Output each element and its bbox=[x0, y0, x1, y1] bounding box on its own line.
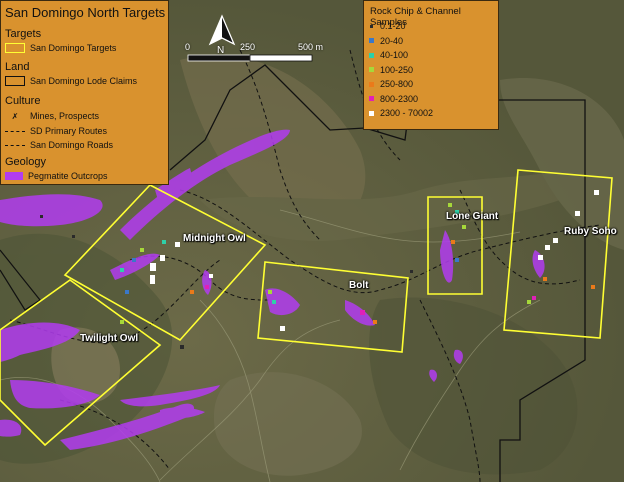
legend-geology-heading: Geology bbox=[5, 156, 46, 168]
target-label-lone-giant[interactable]: Lone Giant bbox=[446, 211, 498, 222]
sample-class-label: 800-2300 bbox=[380, 93, 419, 104]
primary-route-icon bbox=[5, 130, 25, 132]
target-label-midnight-owl[interactable]: Midnight Owl bbox=[183, 233, 246, 244]
legend-land-item: San Domingo Lode Claims bbox=[5, 76, 137, 86]
target-label-bolt[interactable]: Bolt bbox=[349, 280, 368, 291]
sample-class-row: 20-40 bbox=[369, 36, 403, 46]
target-label-ruby-soho[interactable]: Ruby Soho bbox=[564, 226, 617, 237]
sample-class-swatch-icon bbox=[370, 24, 373, 28]
pegmatite-swatch-icon bbox=[5, 172, 23, 180]
legend-targets-item: San Domingo Targets bbox=[5, 43, 116, 53]
scale-tick-500m: 500 m bbox=[298, 42, 324, 52]
sample-class-row: 100-250 bbox=[369, 65, 413, 75]
legend-land-heading: Land bbox=[5, 61, 30, 73]
road-icon bbox=[5, 144, 25, 146]
legend-title: San Domingo North Targets bbox=[5, 5, 166, 20]
legend-culture-primary-routes: SD Primary Routes bbox=[5, 126, 107, 136]
samples-legend: Rock Chip & Channel Samples 0.1-20 20-40 4… bbox=[363, 0, 499, 130]
sample-class-swatch-icon bbox=[369, 110, 374, 116]
sample-class-label: 40-100 bbox=[380, 50, 409, 60]
north-label: N bbox=[217, 45, 225, 56]
map-legend: San Domingo North Targets Targets San Do… bbox=[0, 0, 169, 185]
legend-targets-heading: Targets bbox=[5, 28, 42, 40]
target-swatch-icon bbox=[5, 43, 25, 53]
legend-targets-label: San Domingo Targets bbox=[30, 43, 117, 53]
scale-tick-250: 250 bbox=[240, 42, 256, 52]
sample-class-label: 20-40 bbox=[380, 35, 404, 46]
sample-class-row: 250-800 bbox=[369, 79, 413, 89]
legend-geology-label: Pegmatite Outcrops bbox=[28, 171, 108, 181]
legend-culture-routes-label: SD Primary Routes bbox=[30, 126, 108, 136]
legend-culture-mines-label: Mines, Prospects bbox=[30, 111, 100, 121]
sample-class-row: 2300 - 70002 bbox=[369, 108, 433, 118]
legend-culture-mines: ✗ Mines, Prospects bbox=[5, 111, 99, 121]
sample-class-label: 0.1-20 bbox=[380, 21, 406, 31]
legend-culture-roads-label: San Domingo Roads bbox=[30, 140, 114, 150]
sample-class-label: 100-250 bbox=[380, 64, 414, 75]
mine-icon: ✗ bbox=[11, 111, 19, 121]
sample-class-label: 2300 - 70002 bbox=[380, 108, 434, 118]
scale-bar bbox=[187, 54, 313, 62]
target-label-twilight-owl[interactable]: Twilight Owl bbox=[80, 333, 138, 344]
sample-class-swatch-icon bbox=[369, 81, 374, 87]
sample-class-swatch-icon bbox=[369, 67, 374, 72]
sample-class-swatch-icon bbox=[369, 52, 374, 58]
scale-tick-0: 0 bbox=[185, 42, 191, 52]
claims-swatch-icon bbox=[5, 76, 25, 86]
legend-land-label: San Domingo Lode Claims bbox=[30, 76, 138, 86]
sample-class-row: 800-2300 bbox=[369, 94, 418, 104]
legend-culture-roads: San Domingo Roads bbox=[5, 140, 113, 150]
sample-class-row: 40-100 bbox=[369, 50, 408, 60]
sample-class-swatch-icon bbox=[369, 38, 374, 43]
legend-culture-heading: Culture bbox=[5, 95, 41, 107]
legend-geology-item: Pegmatite Outcrops bbox=[5, 171, 108, 181]
sample-class-row: 0.1-20 bbox=[369, 21, 406, 31]
sample-class-label: 250-800 bbox=[380, 79, 414, 89]
sample-class-swatch-icon bbox=[369, 96, 374, 101]
